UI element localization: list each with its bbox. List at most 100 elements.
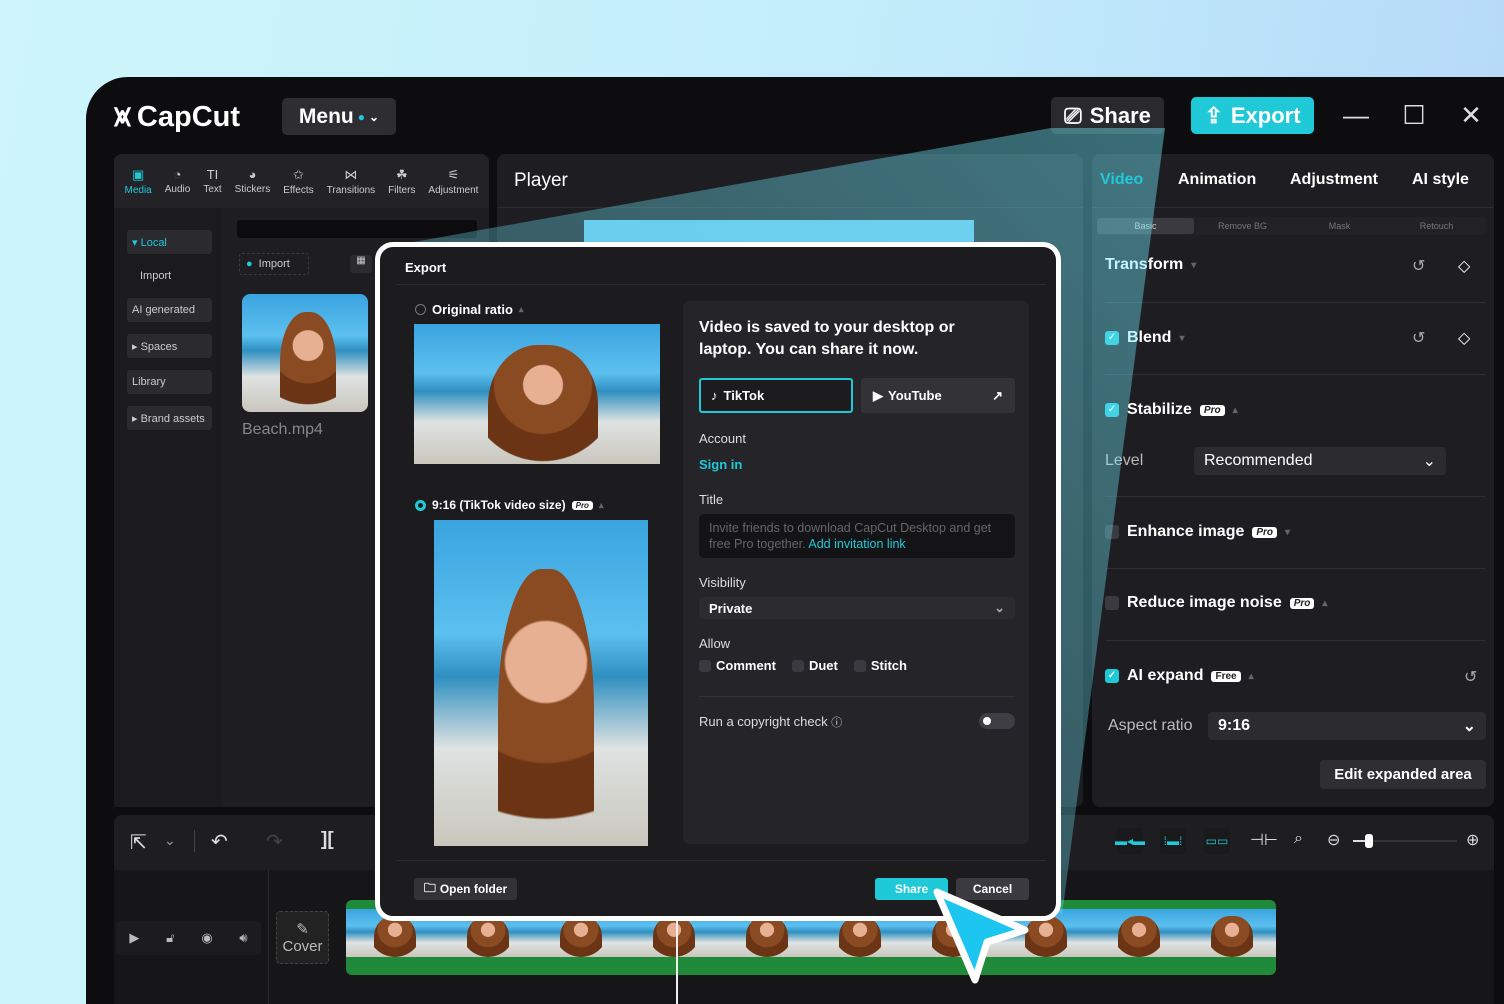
preview-axis-icon[interactable]: ⊣⊢ [1250, 830, 1278, 850]
import-button[interactable]: ● Import [239, 253, 309, 275]
visibility-dropdown[interactable]: Private ⌄ [699, 597, 1015, 619]
edit-expanded-area-button[interactable]: Edit expanded area [1320, 760, 1486, 789]
comment-checkbox[interactable]: Comment [699, 658, 776, 673]
zoom-slider-handle[interactable] [1364, 834, 1373, 848]
media-thumbnail[interactable] [242, 294, 368, 412]
stitch-checkbox[interactable]: Stitch [853, 658, 907, 673]
blend-checkbox[interactable]: ✓ [1105, 331, 1119, 345]
subtab-retouch[interactable]: Retouch [1388, 218, 1485, 234]
aspect-ratio-dropdown[interactable]: 9:16 ⌄ [1208, 712, 1486, 740]
enhance-image-section[interactable]: Enhance image Pro ▾ [1105, 523, 1290, 541]
chevron-down-icon[interactable]: ⌄ [164, 832, 176, 849]
zoom-slider[interactable] [1353, 834, 1457, 848]
tab-ai-style[interactable]: AI style [1412, 171, 1469, 189]
lock-icon[interactable]: 🔓︎ [166, 930, 174, 946]
zoom-out-icon[interactable]: ⊖ [1327, 830, 1340, 850]
sidebar-item[interactable]: AI generated [127, 298, 212, 322]
sticker-icon: ◕ [248, 167, 257, 182]
minimize-button[interactable]: — [1341, 100, 1371, 131]
redo-icon[interactable]: ↷ [266, 829, 283, 854]
tiktok-ratio-option[interactable]: 9:16 (TikTok video size) Pro ▴ [415, 498, 603, 512]
caret-icon: ▴ [598, 499, 604, 510]
text-icon: TI [206, 167, 219, 182]
free-badge: Free [1211, 670, 1241, 682]
search-bar[interactable] [237, 220, 477, 238]
divider [1105, 302, 1485, 303]
tab-transitions[interactable]: ⋈ Transitions [327, 167, 376, 196]
ai-expand-checkbox[interactable]: ✓ [1105, 669, 1119, 683]
radio-unselected[interactable] [415, 304, 426, 315]
sidebar-item[interactable]: Library [127, 370, 212, 394]
media-toolbar: ▣ Media ◔ Audio TI Text ◕ Stickers ✩ Effects ⋈ Tran… [114, 154, 489, 208]
sidebar-item[interactable]: ▾ Local [127, 230, 212, 254]
radio-selected[interactable] [415, 499, 426, 511]
keyframe-icon[interactable]: ◇ [1458, 328, 1470, 348]
share-button[interactable]: ⎚ Share [1051, 97, 1164, 134]
dialog-cancel-button[interactable]: Cancel [956, 878, 1029, 900]
tab-media[interactable]: ▣ Media [125, 167, 152, 196]
maximize-button[interactable]: ☐ [1399, 100, 1429, 131]
tab-adjustment[interactable]: Adjustment [1290, 171, 1378, 189]
tab-filters[interactable]: ☘ Filters [388, 167, 415, 196]
menu-button[interactable]: Menu ● ⌄ [282, 98, 396, 135]
close-button[interactable]: ✕ [1456, 100, 1486, 131]
subtab-remove-bg[interactable]: Remove BG [1194, 218, 1291, 234]
subtab-basic[interactable]: Basic [1097, 218, 1194, 234]
export-button[interactable]: ⇪ Export [1191, 97, 1314, 134]
title-label: Title [699, 492, 724, 507]
youtube-button[interactable]: ▶ YouTube ↗ [861, 378, 1015, 413]
zoom-fit-icon[interactable]: ⌕ [1294, 830, 1303, 848]
grid-view-icon[interactable]: ▦ [350, 255, 372, 273]
magnet-main-track-icon[interactable]: ▬◂▬ [1115, 828, 1145, 854]
transform-section[interactable]: Transform ▾ [1105, 256, 1196, 274]
keyframe-icon[interactable]: ◇ [1458, 256, 1470, 276]
sidebar-item[interactable]: ▸ Brand assets [127, 406, 212, 430]
dialog-title: Export [405, 260, 447, 275]
tab-stickers[interactable]: ◕ Stickers [235, 167, 271, 195]
folder-icon: 🗀︎ [423, 880, 436, 895]
checkbox-box [791, 659, 804, 672]
split-icon[interactable]: ][ [321, 829, 334, 851]
original-ratio-option[interactable]: Original ratio ▴ [415, 302, 523, 317]
tiktok-button[interactable]: ♪ TikTok [699, 378, 853, 413]
tab-audio[interactable]: ◔ Audio [165, 167, 191, 195]
stabilize-checkbox[interactable]: ✓ [1105, 403, 1119, 417]
sign-in-link[interactable]: Sign in [699, 457, 742, 472]
volume-icon[interactable]: 🔊︎ [239, 930, 247, 946]
level-dropdown[interactable]: Recommended ⌄ [1194, 447, 1446, 475]
sidebar-item[interactable]: Import [127, 264, 212, 288]
enhance-checkbox[interactable] [1105, 525, 1119, 539]
tab-text[interactable]: TI Text [203, 167, 221, 195]
select-tool-icon[interactable]: ⇱ [130, 830, 147, 855]
caret-icon: ▴ [1232, 404, 1238, 416]
reset-icon[interactable]: ↺ [1464, 667, 1477, 687]
undo-icon[interactable]: ↶ [211, 829, 228, 854]
sidebar-item[interactable]: ▸ Spaces [127, 334, 212, 358]
track-cover-icon[interactable]: ▶ [129, 930, 139, 946]
copyright-toggle[interactable] [979, 713, 1015, 729]
auto-snap-icon[interactable]: ⁞▬⁞ [1160, 828, 1186, 854]
open-folder-button[interactable]: 🗀︎ Open folder [414, 878, 517, 900]
reduce-noise-section[interactable]: Reduce image noise Pro ▴ [1105, 594, 1327, 612]
cover-button[interactable]: ✎ Cover [276, 911, 329, 964]
tab-video[interactable]: Video [1100, 171, 1143, 189]
reset-icon[interactable]: ↺ [1412, 256, 1425, 276]
reduce-noise-checkbox[interactable] [1105, 596, 1119, 610]
ai-expand-section[interactable]: ✓ AI expand Free ▴ [1105, 667, 1254, 685]
tab-animation[interactable]: Animation [1178, 171, 1256, 189]
linkage-icon[interactable]: ▭▭ [1204, 828, 1230, 854]
title-input[interactable]: Invite friends to download CapCut Deskto… [699, 514, 1015, 558]
tab-adjustment[interactable]: ⚟ Adjustment [428, 167, 478, 196]
stabilize-section[interactable]: ✓ Stabilize Pro ▴ [1105, 401, 1238, 419]
dialog-share-button[interactable]: Share [875, 878, 948, 900]
tab-effects[interactable]: ✩ Effects [283, 167, 313, 196]
subtab-mask[interactable]: Mask [1291, 218, 1388, 234]
duet-checkbox[interactable]: Duet [791, 658, 838, 673]
help-icon[interactable]: ⓘ [831, 717, 842, 729]
effects-icon: ✩ [292, 166, 304, 182]
eye-icon[interactable]: ◉ [201, 930, 212, 946]
zoom-in-icon[interactable]: ⊕ [1466, 830, 1479, 850]
reset-icon[interactable]: ↺ [1412, 328, 1425, 348]
add-invitation-link[interactable]: Add invitation link [808, 537, 905, 551]
blend-section[interactable]: ✓ Blend ▾ [1105, 329, 1184, 347]
